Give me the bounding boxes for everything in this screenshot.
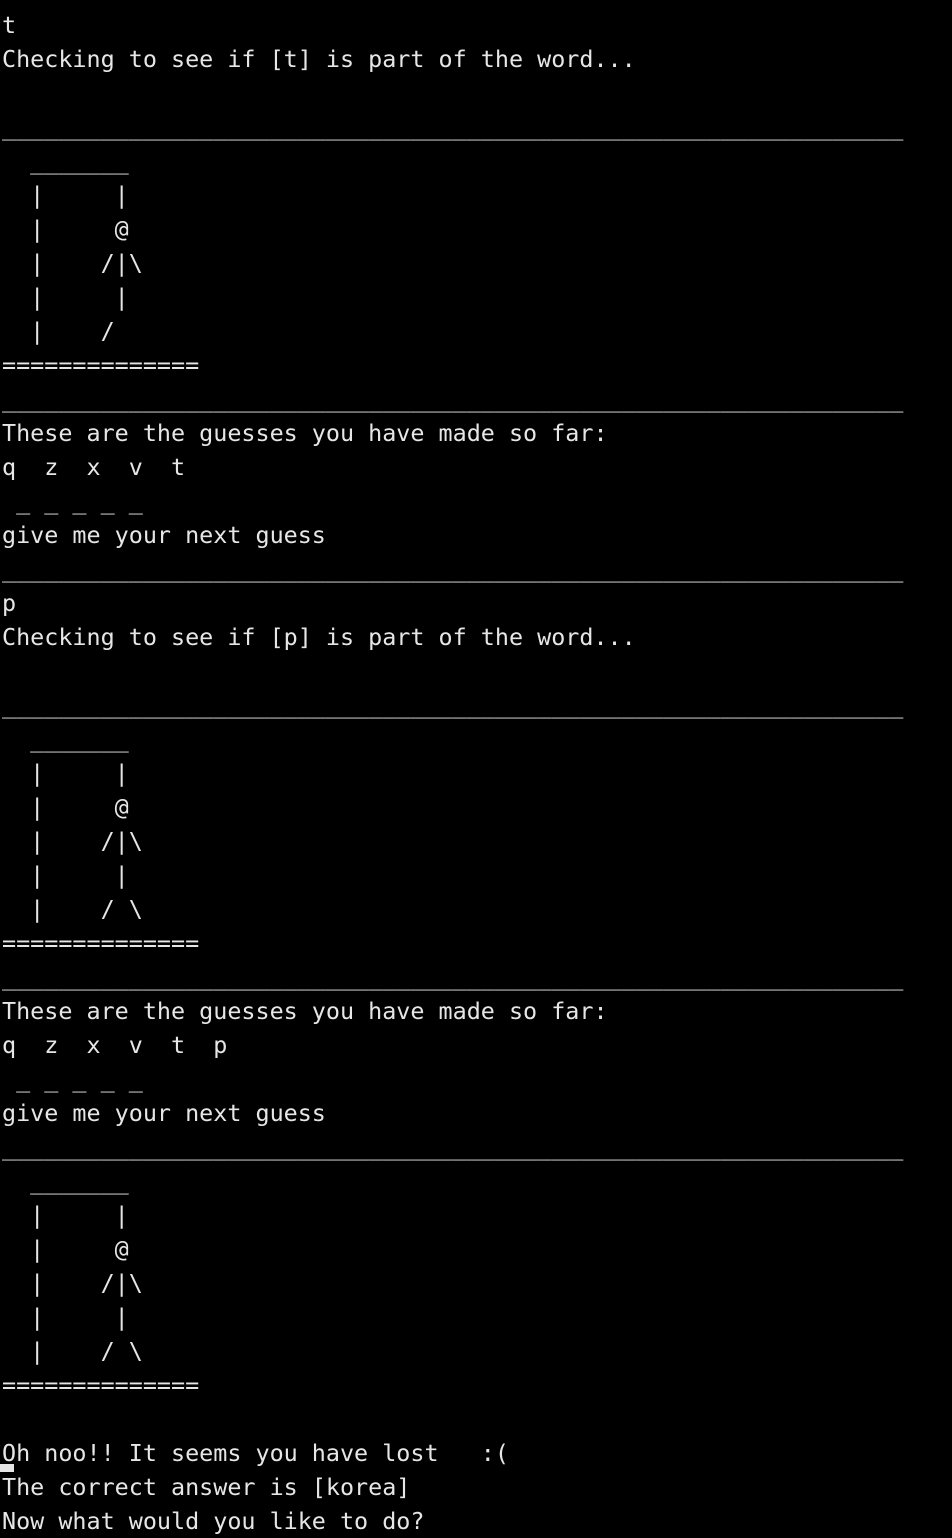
terminal-line: | @ [2, 793, 129, 821]
terminal-line: Oh noo!! It seems you have lost :( [2, 1439, 509, 1467]
terminal-line: ________________________________________… [2, 113, 904, 141]
terminal-line: ________________________________________… [2, 555, 904, 583]
terminal-line: | / \ [2, 895, 143, 923]
terminal-line: | | [2, 861, 129, 889]
terminal-line: | | [2, 1303, 129, 1331]
terminal-line: _______ [2, 1167, 129, 1195]
terminal-line: ============== [2, 1371, 200, 1399]
terminal-cursor[interactable] [0, 1464, 14, 1472]
terminal-line: p [2, 589, 17, 617]
terminal-line: _______ [2, 147, 129, 175]
terminal-line: _______ [2, 725, 129, 753]
terminal-line: | / [2, 317, 115, 345]
terminal-line: _ _ _ _ _ [2, 1065, 143, 1093]
terminal-line: t [2, 11, 17, 39]
terminal-line: | | [2, 181, 129, 209]
terminal-line: ________________________________________… [2, 1133, 904, 1161]
terminal-output: t Checking to see if [t] is part of the w… [2, 8, 950, 1538]
terminal-line: give me your next guess [2, 1099, 326, 1127]
terminal-line: | @ [2, 215, 129, 243]
terminal-line: ________________________________________… [2, 385, 904, 413]
terminal-line: | /|\ [2, 827, 143, 855]
terminal-line: These are the guesses you have made so f… [2, 419, 608, 447]
terminal-line: ============== [2, 929, 200, 957]
terminal-line: _ _ _ _ _ [2, 487, 143, 515]
terminal-line: | | [2, 759, 129, 787]
terminal-line: Checking to see if [p] is part of the wo… [2, 623, 636, 651]
terminal-line: give me your next guess [2, 521, 326, 549]
terminal-line: | @ [2, 1235, 129, 1263]
terminal-line: | | [2, 1201, 129, 1229]
terminal-line: | | [2, 283, 129, 311]
terminal-line: These are the guesses you have made so f… [2, 997, 608, 1025]
terminal-line: Now what would you like to do? [2, 1507, 425, 1535]
terminal-line: ________________________________________… [2, 963, 904, 991]
terminal-line: q z x v t p [2, 1031, 228, 1059]
terminal-line: | /|\ [2, 249, 143, 277]
terminal-line: q z x v t [2, 453, 186, 481]
terminal-line: The correct answer is [korea] [2, 1473, 411, 1501]
terminal-line: ============== [2, 351, 200, 379]
terminal-line: Checking to see if [t] is part of the wo… [2, 45, 636, 73]
terminal-line: | /|\ [2, 1269, 143, 1297]
terminal-line: | / \ [2, 1337, 143, 1365]
terminal-line: ________________________________________… [2, 691, 904, 719]
